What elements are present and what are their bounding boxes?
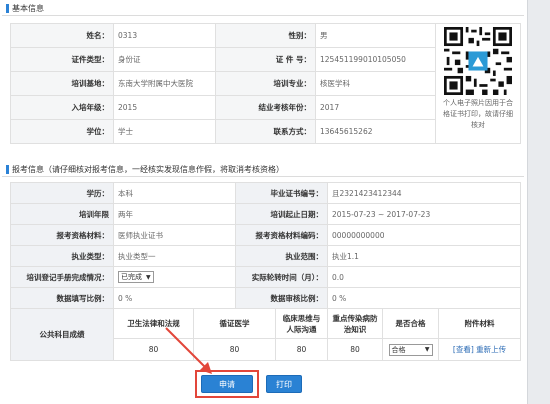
qualified-selected: 合格 [391,345,406,354]
value-education: 本科 [113,182,236,204]
label-qualification-material: 报考资格材料： [10,224,114,246]
value-enroll-year: 2015 [113,95,216,120]
label-practice-type: 执业类型： [10,245,114,267]
label-qualification-code: 报考资格材料编码： [235,224,328,246]
qr-caption: 个人电子照片因用于合格证书打印，故请仔细核对 [443,99,513,129]
label-exam-year: 结业考核年份： [215,95,316,120]
value-qualification-material: 医师执业证书 [113,224,236,246]
value-id-number: 125451199010105050 [315,47,436,72]
chevron-down-icon: ▼ [424,345,430,353]
label-training-dates: 培训起止日期： [235,203,328,225]
value-id-type: 身份证 [113,47,216,72]
label-id-type: 证件类型： [10,47,114,72]
label-fill-ratio: 数据填写比例： [10,287,114,309]
page-scrollbar[interactable] [527,0,550,404]
value-fill-ratio: 0 % [113,287,236,309]
label-training-major: 培训专业： [215,71,316,96]
exam-header-attachment: 附件材料 [437,308,522,339]
qr-code-icon [444,27,512,95]
handbook-status-select[interactable]: 已完成 ▼ [118,271,154,283]
value-training-major: 核医学科 [315,71,436,96]
attachment-cell: [查看] 重新上传 [437,338,522,361]
label-id-number: 证 件 号： [215,47,316,72]
value-gender: 男 [315,23,436,48]
value-training-dates: 2015-07-23 ~ 2017-07-23 [326,203,522,225]
score-infectious: 80 [327,338,383,361]
exam-header-infectious: 重点传染病防治知识 [327,308,383,339]
apply-button[interactable]: 申请 [201,375,253,393]
view-attachment-link[interactable]: [查看] [453,345,474,354]
label-practice-scope: 执业范围： [235,245,328,267]
value-training-base: 东南大学附属中大医院 [113,71,216,96]
handbook-status-selected: 已完成 [121,273,142,281]
value-audit-ratio: 0 % [326,287,522,309]
label-public-exam: 公共科目成绩 [10,308,114,361]
label-audit-ratio: 数据审核比例： [235,287,328,309]
value-rotation-months: 0.0 [326,266,522,288]
label-contact: 联系方式： [215,119,316,144]
handbook-status-cell: 已完成 ▼ [113,266,236,288]
value-practice-type: 执业类型一 [113,245,236,267]
basic-info-table: 姓名： 0313 性别： 男 个人电子照片因用于合格证书打印，故请仔细核对 证件… [10,23,521,144]
exam-header-clinical: 临床思维与人际沟通 [275,308,328,339]
reupload-link[interactable]: 重新上传 [476,345,506,354]
value-practice-scope: 执业1.1 [326,245,522,267]
score-clinical: 80 [275,338,328,361]
chevron-down-icon: ▼ [146,274,151,281]
value-contact: 13645615262 [315,119,436,144]
qr-photo-cell: 个人电子照片因用于合格证书打印，故请仔细核对 [435,23,521,144]
value-training-years: 两年 [113,203,236,225]
value-exam-year: 2017 [315,95,436,120]
basic-info-title: 基本信息 [2,1,524,16]
exam-header-qualified: 是否合格 [382,308,439,339]
value-degree: 学士 [113,119,216,144]
print-button[interactable]: 打印 [266,375,302,393]
label-handbook-status: 培训登记手册完成情况： [10,266,114,288]
label-training-base: 培训基地： [10,71,114,96]
label-training-years: 培训年限 [10,203,114,225]
label-name: 姓名： [10,23,114,48]
value-name: 0313 [113,23,216,48]
qualified-select[interactable]: 合格 ▼ [388,343,433,356]
label-gender: 性别： [215,23,316,48]
value-qualification-code: 00000000000 [326,224,522,246]
apply-info-table: 学历： 本科 毕业证书编号： 且2321423412344 培训年限 两年 培训… [10,182,522,361]
label-degree: 学位： [10,119,114,144]
label-enroll-year: 入培年级： [10,95,114,120]
apply-info-title: 报考信息（请仔细核对报考信息，一经核实发现信息作假，将取消考核资格） [2,162,524,177]
qualified-cell: 合格 ▼ [382,338,439,361]
label-education: 学历： [10,182,114,204]
label-rotation-months: 实际轮转时间（月）： [235,266,328,288]
value-diploma-number: 且2321423412344 [326,182,522,204]
label-diploma-number: 毕业证书编号： [235,182,328,204]
